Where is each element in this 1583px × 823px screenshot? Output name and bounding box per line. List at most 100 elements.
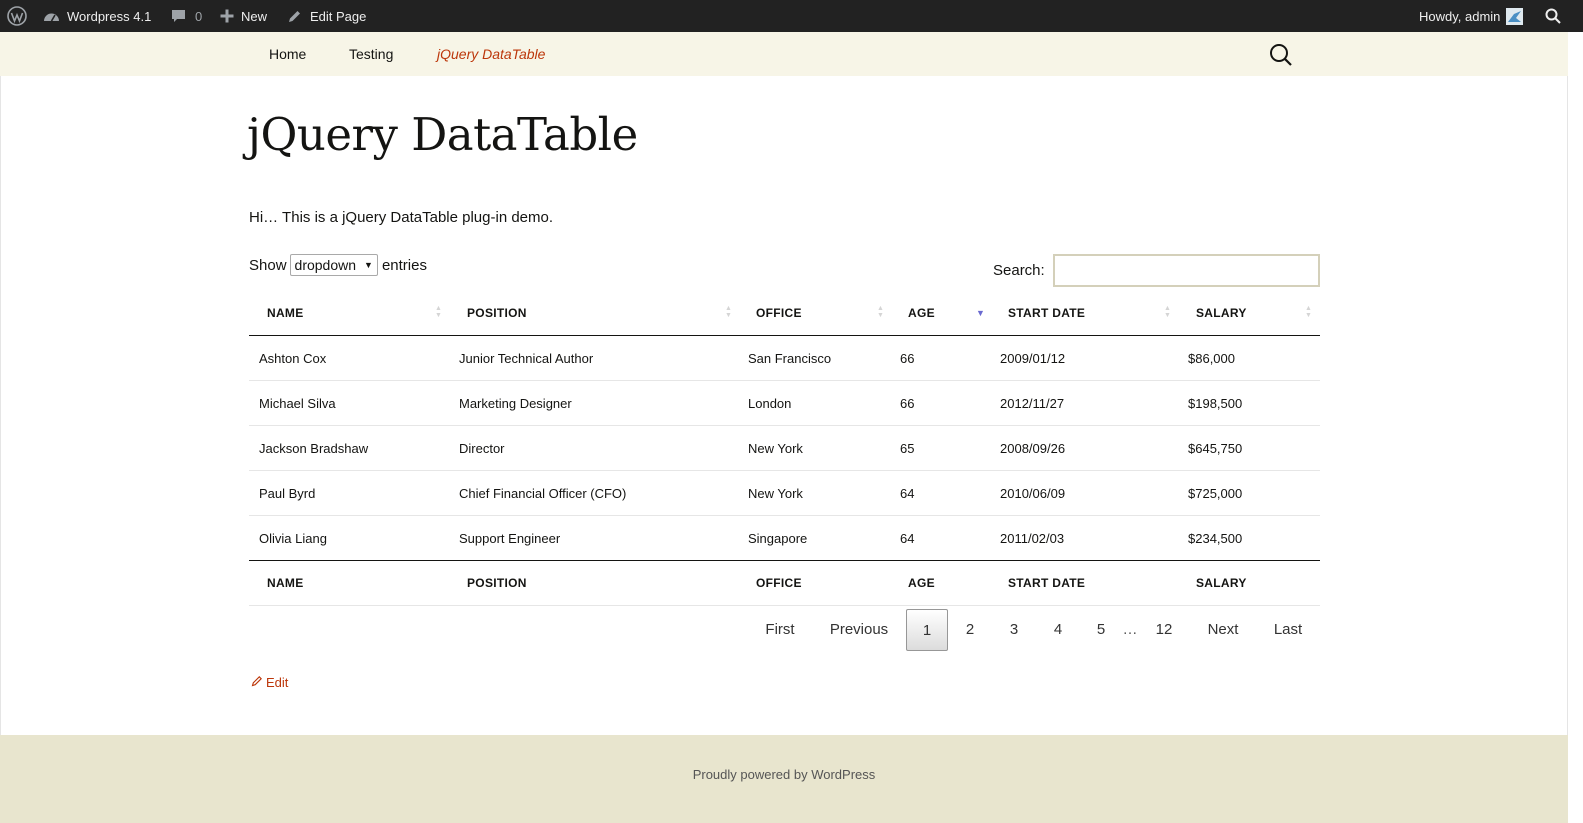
search-icon[interactable] <box>1269 43 1293 72</box>
edit-label: Edit <box>266 675 289 690</box>
column-footer-start-date: START DATE <box>1008 576 1086 590</box>
wordpress-logo-icon[interactable] <box>7 0 27 32</box>
column-footer-salary: SALARY <box>1196 576 1247 590</box>
entries-length-value: dropdown <box>294 257 357 273</box>
column-header-position[interactable]: POSITION <box>467 290 527 335</box>
pagination-page[interactable]: 2 <box>956 609 984 651</box>
pencil-icon <box>287 9 302 24</box>
edit-page-menu[interactable]: Edit Page <box>287 0 366 32</box>
sort-icon: ▲ ▼ <box>1305 305 1312 319</box>
table-row: Ashton Cox Junior Technical Author San F… <box>249 336 1320 381</box>
cell-office: New York <box>748 485 803 501</box>
content-border-left <box>0 76 1 736</box>
cell-salary: $234,500 <box>1188 530 1243 546</box>
cell-salary: $198,500 <box>1188 395 1243 411</box>
admin-search-icon[interactable] <box>1545 0 1561 32</box>
pagination-page[interactable]: 4 <box>1044 609 1072 651</box>
pagination-page-current[interactable]: 1 <box>906 609 948 651</box>
cell-name: Olivia Liang <box>259 530 327 546</box>
cell-office: San Francisco <box>748 350 832 366</box>
search-input[interactable] <box>1052 254 1320 287</box>
intro-text: Hi… This is a jQuery DataTable plug-in d… <box>249 209 554 226</box>
cell-office: New York <box>748 440 803 456</box>
column-header-salary[interactable]: SALARY <box>1196 290 1247 335</box>
cell-position: Chief Financial Officer (CFO) <box>459 485 627 501</box>
entries-length-control: Show dropdown ▼ entries <box>249 254 427 276</box>
scrollbar[interactable] <box>1568 32 1583 823</box>
cell-position: Marketing Designer <box>459 395 572 411</box>
table-footer-row: NAME POSITION OFFICE AGE START DATE SALA… <box>249 560 1320 606</box>
pagination-next[interactable]: Next <box>1200 609 1246 651</box>
edit-pencil-icon <box>251 675 263 690</box>
account-menu[interactable]: Howdy, admin <box>1419 0 1524 32</box>
edit-page-label: Edit Page <box>310 8 367 24</box>
site-name-menu[interactable]: Wordpress 4.1 <box>43 0 151 32</box>
pagination-previous[interactable]: Previous <box>819 609 899 651</box>
cell-position: Junior Technical Author <box>459 350 594 366</box>
cell-start-date: 2011/02/03 <box>1000 530 1065 546</box>
cell-name: Ashton Cox <box>259 350 327 366</box>
column-footer-position: POSITION <box>467 576 527 590</box>
column-header-age[interactable]: AGE <box>908 290 935 335</box>
sort-icon: ▲ ▼ <box>435 305 442 319</box>
pagination-page[interactable]: 12 <box>1148 609 1180 651</box>
entries-length-select[interactable]: dropdown ▼ <box>289 254 378 276</box>
sort-desc-icon: ▼ <box>976 308 985 318</box>
table-row: Olivia Liang Support Engineer Singapore … <box>249 516 1320 560</box>
site-footer: Proudly powered by WordPress <box>0 735 1568 823</box>
table-search-control: Search: <box>993 254 1320 287</box>
cell-age: 66 <box>900 350 915 366</box>
cell-office: London <box>748 395 792 411</box>
comment-icon <box>171 9 186 24</box>
new-content-menu[interactable]: New <box>220 0 267 32</box>
show-label: Show <box>249 256 287 274</box>
column-header-start-date[interactable]: START DATE <box>1008 290 1085 335</box>
plus-icon <box>220 9 234 23</box>
cell-age: 65 <box>900 440 915 456</box>
new-label: New <box>241 8 268 24</box>
column-footer-name: NAME <box>267 576 304 590</box>
sort-icon: ▲ ▼ <box>1164 305 1171 319</box>
cell-start-date: 2008/09/26 <box>1000 440 1066 456</box>
dashboard-icon <box>43 9 60 23</box>
table-header-row: NAME ▲ ▼ POSITION ▲ ▼ OFFICE ▲ ▼ AGE ▼ STAR… <box>249 290 1320 336</box>
pagination-ellipsis: … <box>1122 621 1138 638</box>
cell-start-date: 2012/11/27 <box>1000 395 1065 411</box>
column-header-name[interactable]: NAME <box>267 290 304 335</box>
cell-office: Singapore <box>748 530 808 546</box>
comments-menu[interactable]: 0 <box>171 0 202 32</box>
table-row: Jackson Bradshaw Director New York 65 20… <box>249 426 1320 471</box>
pagination-last[interactable]: Last <box>1268 609 1308 651</box>
search-label: Search: <box>993 262 1045 279</box>
cell-position: Support Engineer <box>459 530 561 546</box>
comments-count: 0 <box>195 8 203 24</box>
cell-salary: $725,000 <box>1188 485 1243 501</box>
cell-name: Paul Byrd <box>259 485 316 501</box>
admin-bar: Wordpress 4.1 0 New Edit Page Howdy, adm… <box>0 0 1583 32</box>
sort-icon: ▲ ▼ <box>877 305 884 319</box>
table-row: Michael Silva Marketing Designer London … <box>249 381 1320 426</box>
footer-credit-link[interactable]: Proudly powered by WordPress <box>0 767 1568 782</box>
cell-start-date: 2009/01/12 <box>1000 350 1066 366</box>
page-title: jQuery DataTable <box>247 108 638 161</box>
nav-item-testing[interactable]: Testing <box>349 32 393 76</box>
cell-age: 66 <box>900 395 915 411</box>
cell-position: Director <box>459 440 505 456</box>
nav-item-jquery-datatable[interactable]: jQuery DataTable <box>437 32 545 76</box>
chevron-down-icon: ▼ <box>364 260 373 270</box>
avatar <box>1506 7 1524 25</box>
site-navigation: Home Testing jQuery DataTable <box>0 32 1568 76</box>
entries-label: entries <box>381 256 427 274</box>
nav-item-home[interactable]: Home <box>269 32 306 76</box>
data-table: NAME ▲ ▼ POSITION ▲ ▼ OFFICE ▲ ▼ AGE ▼ STAR… <box>249 290 1320 606</box>
pagination-page[interactable]: 3 <box>1000 609 1028 651</box>
cell-salary: $645,750 <box>1188 440 1243 456</box>
edit-post-link[interactable]: Edit <box>251 675 288 690</box>
cell-start-date: 2010/06/09 <box>1000 485 1066 501</box>
pagination-page[interactable]: 5 <box>1087 609 1115 651</box>
cell-name: Michael Silva <box>259 395 336 411</box>
column-header-office[interactable]: OFFICE <box>756 290 802 335</box>
cell-name: Jackson Bradshaw <box>259 440 369 456</box>
pagination-first[interactable]: First <box>752 609 808 651</box>
cell-age: 64 <box>900 485 915 501</box>
